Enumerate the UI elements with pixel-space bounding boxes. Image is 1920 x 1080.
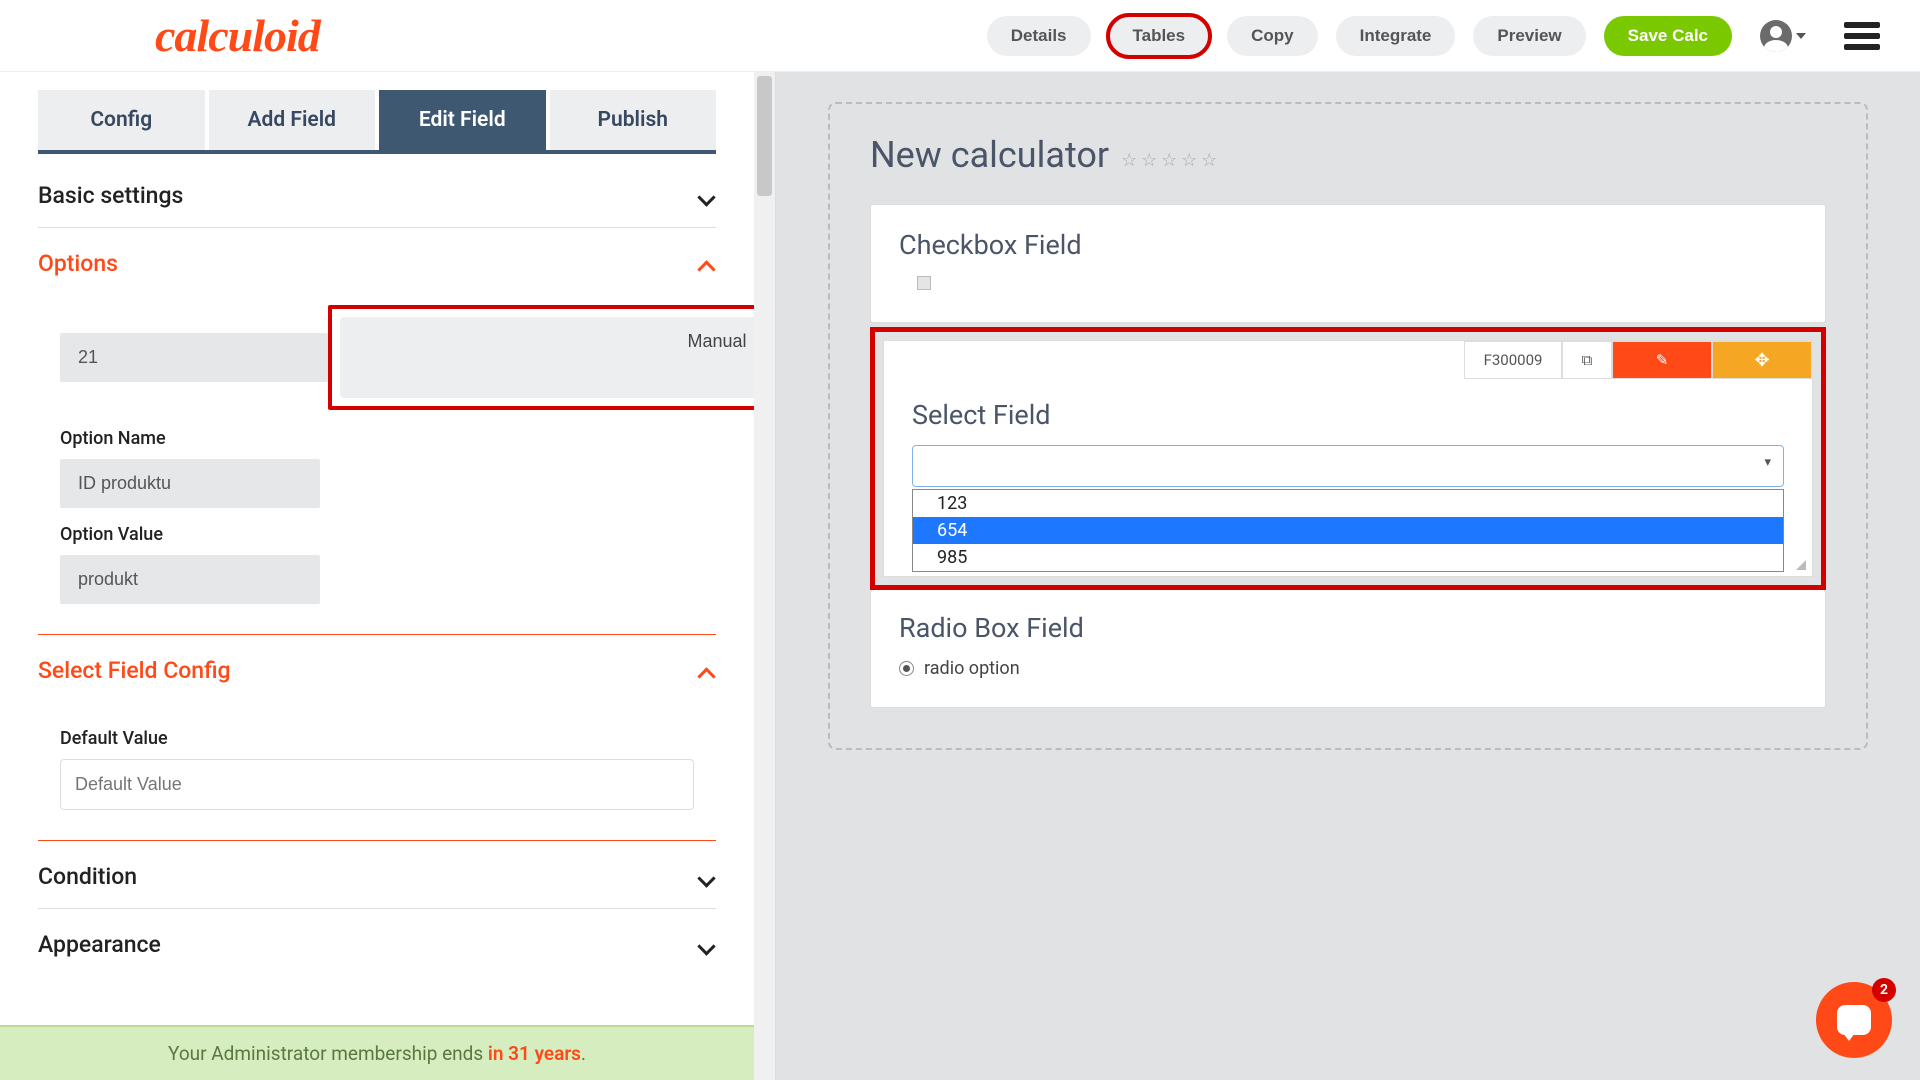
chevron-down-icon <box>698 936 716 954</box>
star-icon <box>1121 150 1139 168</box>
pencil-icon: ✎ <box>1656 351 1669 369</box>
select-field-card[interactable]: F300009 ⧉ ✎ ✥ Select Field 123 654 985 <box>883 340 1813 577</box>
app-header: calculoid Details Tables Copy Integrate … <box>0 0 1920 72</box>
chat-icon <box>1837 1005 1871 1035</box>
banner-dot: . <box>581 1042 586 1065</box>
dropdown-option[interactable]: 985 <box>913 544 1783 571</box>
calculator-title: New calculator <box>870 134 1109 176</box>
options-body: Manual Table Option Name Option Value <box>38 295 716 634</box>
header-actions: Details Tables Copy Integrate Preview Sa… <box>987 16 1880 56</box>
field-move-button[interactable]: ✥ <box>1712 341 1812 379</box>
section-options: Options Manual Table Option Name Option … <box>38 228 716 635</box>
star-icon <box>1201 150 1219 168</box>
resize-handle-icon[interactable] <box>1792 556 1806 570</box>
checkbox-field-card[interactable]: Checkbox Field <box>870 204 1826 323</box>
move-icon: ✥ <box>1754 350 1769 371</box>
logo: calculoid <box>155 9 320 62</box>
banner-accent: in 31 years <box>488 1042 581 1065</box>
default-value-input[interactable] <box>60 759 694 810</box>
tables-button[interactable]: Tables <box>1109 16 1210 56</box>
select-field-highlight: F300009 ⧉ ✎ ✥ Select Field 123 654 985 <box>870 327 1826 590</box>
section-options-toggle[interactable]: Options <box>38 228 716 295</box>
option-value-label: Option Value <box>60 524 694 545</box>
left-panel: Config Add Field Edit Field Publish Basi… <box>0 72 754 1080</box>
chevron-up-icon <box>698 662 716 680</box>
chevron-down-icon <box>698 187 716 205</box>
field-code: F300009 <box>1464 341 1562 379</box>
section-select-config-toggle[interactable]: Select Field Config <box>38 635 716 702</box>
user-menu[interactable] <box>1760 20 1806 52</box>
chat-widget[interactable]: 2 <box>1816 982 1892 1058</box>
copy-button[interactable]: Copy <box>1227 16 1318 56</box>
scroll-thumb[interactable] <box>757 76 772 196</box>
section-select-config: Select Field Config Default Value <box>38 635 716 841</box>
chevron-down-icon <box>698 868 716 886</box>
integrate-button[interactable]: Integrate <box>1336 16 1456 56</box>
options-search-input[interactable] <box>60 333 328 382</box>
section-condition: Condition <box>38 841 716 909</box>
option-name-input[interactable] <box>60 459 320 508</box>
caret-down-icon <box>1796 33 1806 39</box>
chevron-up-icon <box>698 255 716 273</box>
star-icon <box>1161 150 1179 168</box>
manual-table-toggle: Manual Table <box>328 305 754 410</box>
section-condition-toggle[interactable]: Condition <box>38 841 716 908</box>
option-name-label: Option Name <box>60 428 694 449</box>
dropdown-option[interactable]: 123 <box>913 490 1783 517</box>
manual-button[interactable]: Manual <box>340 317 754 398</box>
star-icon <box>1141 150 1159 168</box>
section-appearance-toggle[interactable]: Appearance <box>38 909 716 964</box>
field-edit-button[interactable]: ✎ <box>1612 341 1712 379</box>
tab-publish[interactable]: Publish <box>550 90 717 150</box>
radio-input[interactable] <box>899 661 914 676</box>
tab-edit-field[interactable]: Edit Field <box>379 90 546 150</box>
checkbox-field-title: Checkbox Field <box>899 229 1797 261</box>
banner-text: Your Administrator membership ends <box>168 1042 488 1065</box>
tab-add-field[interactable]: Add Field <box>209 90 376 150</box>
select-dropdown-list: 123 654 985 <box>912 489 1784 572</box>
copy-icon: ⧉ <box>1582 351 1593 369</box>
main-area: Config Add Field Edit Field Publish Basi… <box>0 72 1920 1080</box>
preview-button[interactable]: Preview <box>1473 16 1585 56</box>
scrollbar[interactable] <box>754 72 776 1080</box>
select-dropdown-input[interactable] <box>912 445 1784 487</box>
section-basic-toggle[interactable]: Basic settings <box>38 154 716 227</box>
section-condition-title: Condition <box>38 863 137 890</box>
checkbox-input[interactable] <box>917 276 931 290</box>
details-button[interactable]: Details <box>987 16 1091 56</box>
rating-stars[interactable] <box>1121 150 1219 168</box>
section-basic-title: Basic settings <box>38 182 183 209</box>
panel-tabs: Config Add Field Edit Field Publish <box>38 90 716 154</box>
section-appearance: Appearance <box>38 909 716 964</box>
section-appearance-title: Appearance <box>38 931 161 958</box>
preview-panel: New calculator Checkbox Field <box>776 72 1920 1080</box>
field-toolbar: F300009 ⧉ ✎ ✥ <box>884 341 1812 379</box>
default-value-label: Default Value <box>60 728 694 749</box>
section-select-config-title: Select Field Config <box>38 657 231 684</box>
select-field-title: Select Field <box>912 399 1784 431</box>
radio-field-title: Radio Box Field <box>899 612 1797 644</box>
radio-option-label: radio option <box>924 658 1020 679</box>
section-basic-settings: Basic settings <box>38 154 716 228</box>
calculator-frame: New calculator Checkbox Field <box>828 102 1868 750</box>
section-options-title: Options <box>38 250 118 277</box>
chat-badge: 2 <box>1872 978 1896 1002</box>
hamburger-menu[interactable] <box>1844 22 1880 50</box>
star-icon <box>1181 150 1199 168</box>
radio-field-card[interactable]: Radio Box Field radio option <box>870 590 1826 708</box>
membership-banner: Your Administrator membership ends in 31… <box>0 1025 754 1080</box>
dropdown-option[interactable]: 654 <box>913 517 1783 544</box>
tab-config[interactable]: Config <box>38 90 205 150</box>
field-copy-button[interactable]: ⧉ <box>1562 341 1612 379</box>
save-calc-button[interactable]: Save Calc <box>1604 16 1732 56</box>
option-value-input[interactable] <box>60 555 320 604</box>
avatar-icon <box>1760 20 1792 52</box>
